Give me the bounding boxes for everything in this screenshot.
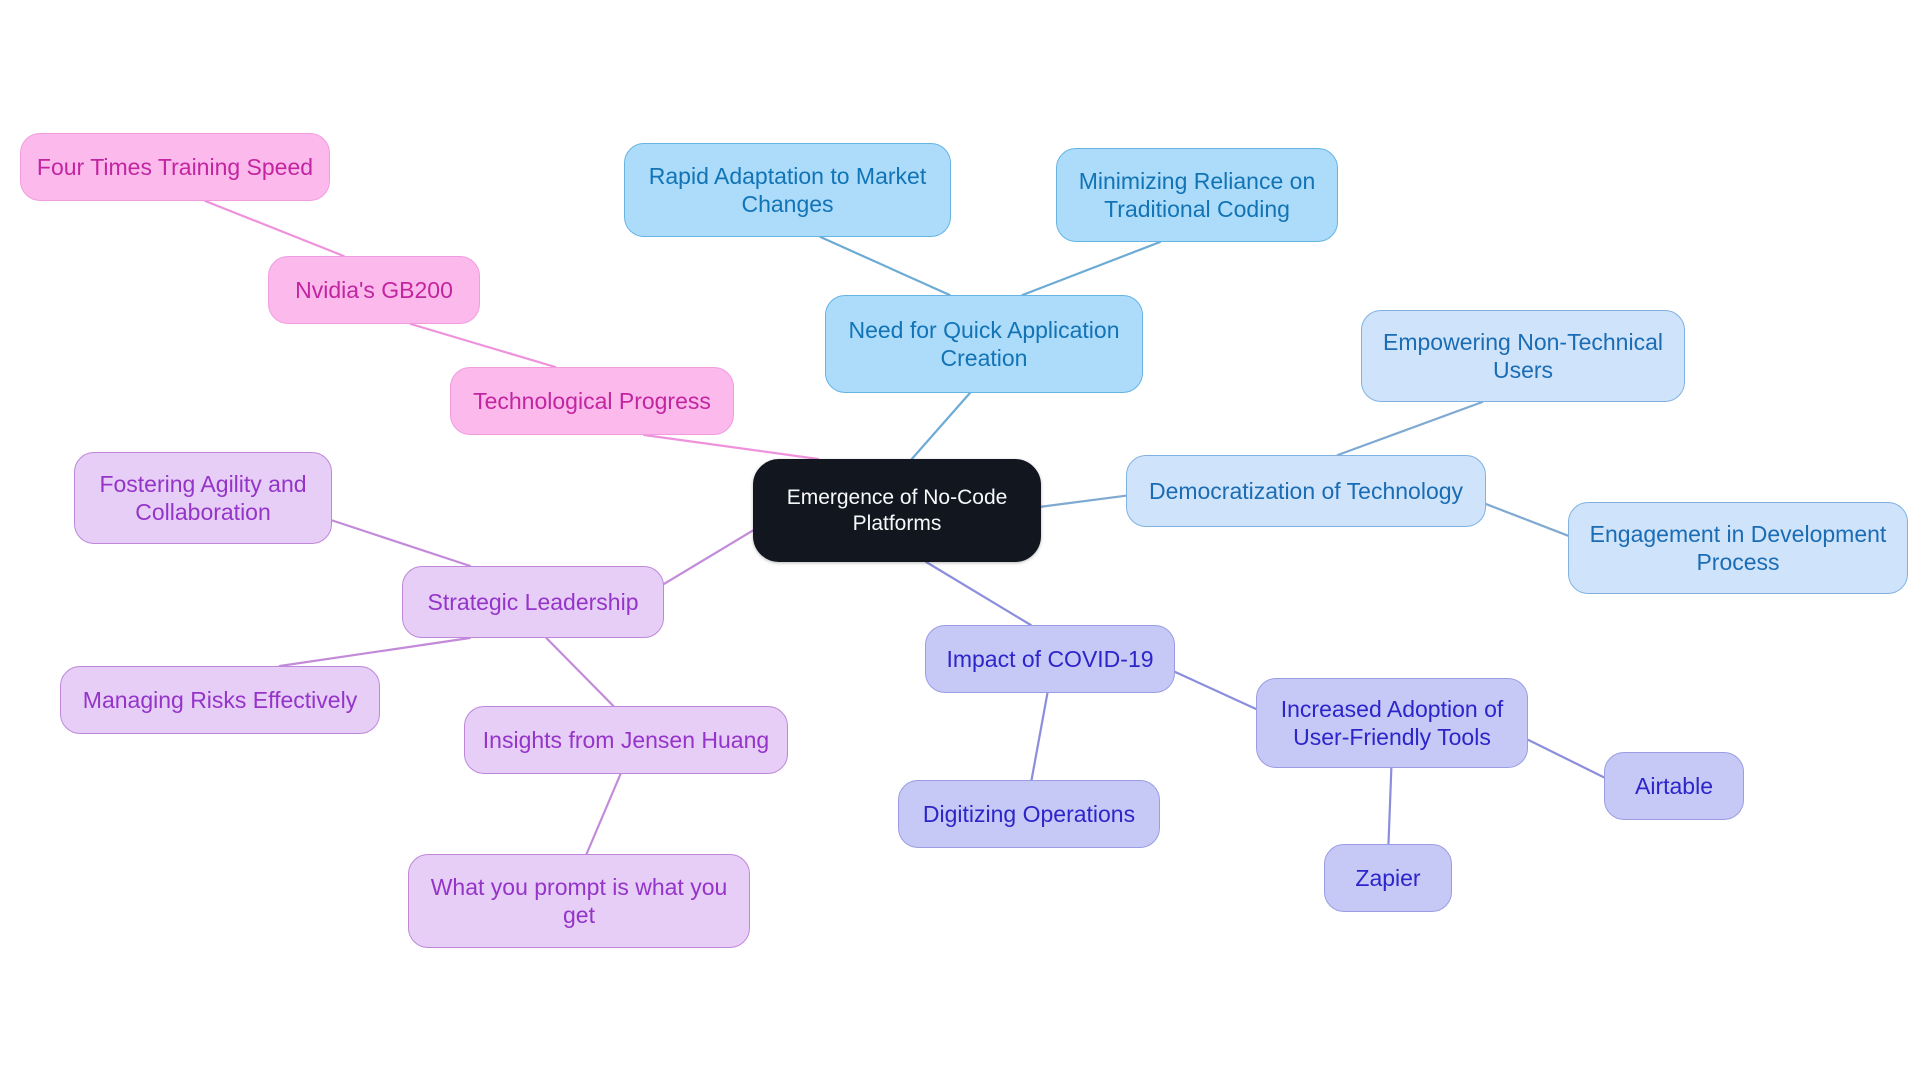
mindmap-edge-increased-adoption-to-zapier: [1387, 766, 1393, 846]
mindmap-node-label: Four Times Training Speed: [36, 153, 314, 180]
mindmap-node-label: Impact of COVID-19: [946, 645, 1154, 672]
mindmap-node-label: Fostering Agility and Collaboration: [99, 470, 307, 525]
mindmap-node-democratization[interactable]: Democratization of Technology: [1126, 455, 1486, 527]
mindmap-edge-root-to-impact-covid: [925, 560, 1032, 627]
mindmap-node-zapier[interactable]: Zapier: [1324, 844, 1452, 912]
mindmap-node-label: Empowering Non-Technical Users: [1383, 328, 1663, 383]
mindmap-edge-strategic-leadership-to-insights-jensen: [545, 636, 615, 708]
mindmap-edge-root-to-tech-progress: [642, 433, 820, 461]
mindmap-node-label: Strategic Leadership: [427, 588, 639, 615]
mindmap-node-label: Insights from Jensen Huang: [482, 726, 770, 753]
mindmap-edge-need-quick-app-to-minimizing-reliance: [1021, 240, 1162, 297]
mindmap-edge-strategic-leadership-to-fostering-agility: [330, 519, 472, 568]
mindmap-node-insights-jensen[interactable]: Insights from Jensen Huang: [464, 706, 788, 774]
mindmap-node-label: Emergence of No-Code Platforms: [786, 485, 1008, 535]
mindmap-node-label: Rapid Adaptation to Market Changes: [648, 162, 927, 217]
mindmap-node-nvidia-gb200[interactable]: Nvidia's GB200: [268, 256, 480, 324]
mindmap-node-label: Digitizing Operations: [922, 800, 1136, 827]
mindmap-node-label: Increased Adoption of User-Friendly Tool…: [1280, 695, 1504, 750]
mindmap-node-rapid-adaptation[interactable]: Rapid Adaptation to Market Changes: [624, 143, 951, 237]
mindmap-node-impact-covid[interactable]: Impact of COVID-19: [925, 625, 1175, 693]
mindmap-edge-strategic-leadership-to-managing-risks: [278, 636, 471, 668]
mindmap-node-label: Managing Risks Effectively: [82, 686, 358, 713]
mindmap-node-what-you-prompt[interactable]: What you prompt is what you get: [408, 854, 750, 948]
mindmap-node-four-times-speed[interactable]: Four Times Training Speed: [20, 133, 330, 201]
mindmap-node-label: Democratization of Technology: [1148, 477, 1464, 504]
mindmap-edge-democratization-to-empowering-users: [1336, 400, 1484, 457]
mindmap-node-airtable[interactable]: Airtable: [1604, 752, 1744, 820]
mindmap-node-label: Minimizing Reliance on Traditional Codin…: [1078, 167, 1316, 222]
mindmap-node-minimizing-reliance[interactable]: Minimizing Reliance on Traditional Codin…: [1056, 148, 1338, 242]
mindmap-node-increased-adoption[interactable]: Increased Adoption of User-Friendly Tool…: [1256, 678, 1528, 768]
mindmap-edge-root-to-democratization: [1039, 494, 1128, 508]
mindmap-edge-democratization-to-engagement-dev: [1484, 502, 1570, 537]
mindmap-edge-root-to-need-quick-app: [910, 391, 972, 461]
mindmap-node-label: Need for Quick Application Creation: [848, 316, 1120, 371]
mindmap-edge-root-to-strategic-leadership: [662, 529, 755, 585]
mindmap-node-label: Nvidia's GB200: [295, 276, 453, 303]
mindmap-node-label: Airtable: [1635, 772, 1713, 799]
mindmap-canvas: Emergence of No-Code Platforms Need for Q…: [0, 0, 1920, 1083]
mindmap-edge-nvidia-gb200-to-four-times-speed: [204, 199, 345, 258]
mindmap-node-label: Engagement in Development Process: [1589, 520, 1887, 575]
mindmap-node-label: Zapier: [1355, 864, 1421, 891]
mindmap-edge-need-quick-app-to-rapid-adaptation: [819, 235, 951, 297]
mindmap-node-empowering-users[interactable]: Empowering Non-Technical Users: [1361, 310, 1685, 402]
mindmap-edge-increased-adoption-to-airtable: [1526, 738, 1606, 779]
mindmap-node-label: What you prompt is what you get: [430, 873, 728, 928]
mindmap-node-digitizing-ops[interactable]: Digitizing Operations: [898, 780, 1160, 848]
mindmap-node-label: Technological Progress: [473, 387, 711, 414]
mindmap-edge-impact-covid-to-digitizing-ops: [1030, 691, 1049, 782]
mindmap-node-root[interactable]: Emergence of No-Code Platforms: [753, 459, 1041, 562]
mindmap-edge-tech-progress-to-nvidia-gb200: [409, 322, 557, 369]
mindmap-edge-impact-covid-to-increased-adoption: [1173, 670, 1258, 711]
mindmap-node-tech-progress[interactable]: Technological Progress: [450, 367, 734, 435]
mindmap-edge-insights-jensen-to-what-you-prompt: [585, 772, 622, 856]
mindmap-node-fostering-agility[interactable]: Fostering Agility and Collaboration: [74, 452, 332, 544]
mindmap-node-engagement-dev[interactable]: Engagement in Development Process: [1568, 502, 1908, 594]
mindmap-node-managing-risks[interactable]: Managing Risks Effectively: [60, 666, 380, 734]
mindmap-node-strategic-leadership[interactable]: Strategic Leadership: [402, 566, 664, 638]
mindmap-node-need-quick-app[interactable]: Need for Quick Application Creation: [825, 295, 1143, 393]
